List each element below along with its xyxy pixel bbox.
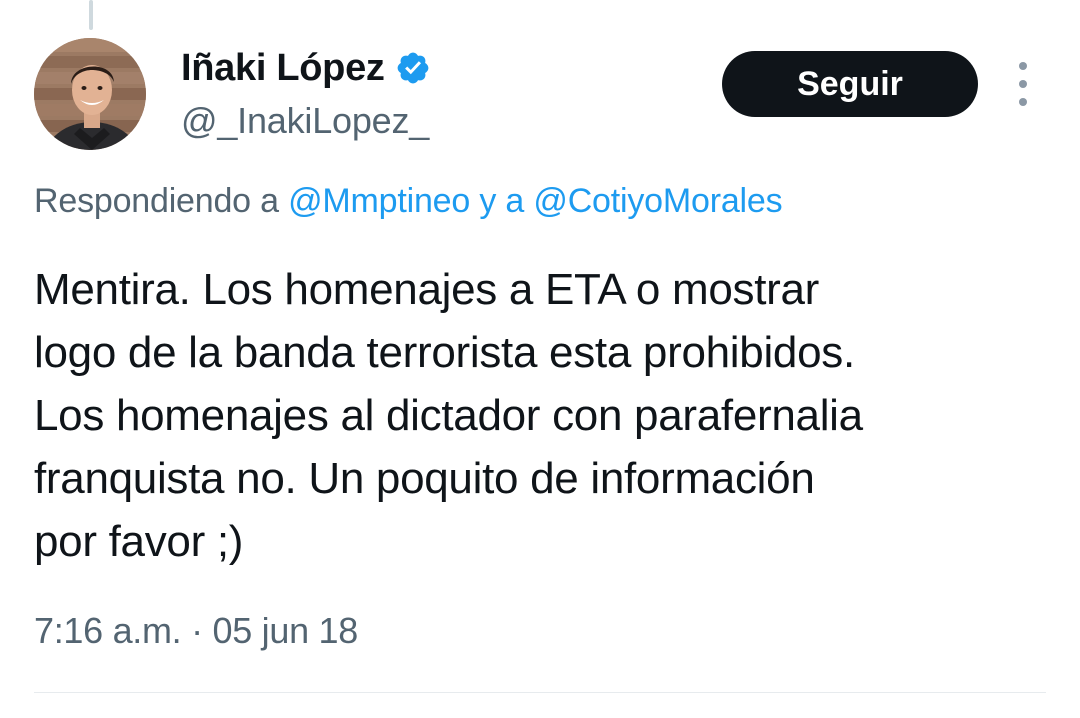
avatar[interactable] <box>34 38 146 150</box>
tweet-text-line: Los homenajes al dictador con parafernal… <box>34 391 863 440</box>
more-dot <box>1019 62 1027 70</box>
follow-button[interactable]: Seguir <box>722 51 978 117</box>
author-handle[interactable]: @_InakiLopez_ <box>181 100 429 142</box>
mention-link-cotiyomorales[interactable]: @CotiyoMorales <box>533 182 782 220</box>
mention-link-mmptineo[interactable]: @Mmptineo <box>288 182 470 220</box>
verified-badge-icon[interactable] <box>395 50 431 86</box>
more-dot <box>1019 80 1027 88</box>
tweet-text-line: franquista no. Un poquito de información <box>34 454 815 503</box>
author-display-name[interactable]: Iñaki López <box>181 47 385 90</box>
tweet-text-line: logo de la banda terrorista esta prohibi… <box>34 328 855 377</box>
more-dot <box>1019 98 1027 106</box>
more-options-icon[interactable] <box>1008 62 1038 106</box>
tweet-time: 7:16 a.m. <box>34 610 182 651</box>
replying-conjunction: y a <box>479 182 525 220</box>
author-name-row: Iñaki López <box>181 44 431 92</box>
tweet-timestamp[interactable]: 7:16 a.m. · 05 jun 18 <box>34 610 358 652</box>
divider <box>34 692 1046 693</box>
replying-to-line: Respondiendo a @Mmptineo y a @CotiyoMora… <box>34 182 783 221</box>
tweet-date: 05 jun 18 <box>212 610 359 651</box>
tweet-text-line: por favor ;) <box>34 517 244 566</box>
tweet-text-line: Mentira. Los homenajes a ETA o mostrar <box>34 265 820 314</box>
replying-prefix: Respondiendo a <box>34 182 279 220</box>
thread-connector-line <box>89 0 93 30</box>
tweet-text: Mentira. Los homenajes a ETA o mostrar l… <box>34 258 1064 573</box>
avatar-image <box>34 38 146 150</box>
meta-separator: · <box>191 610 203 651</box>
